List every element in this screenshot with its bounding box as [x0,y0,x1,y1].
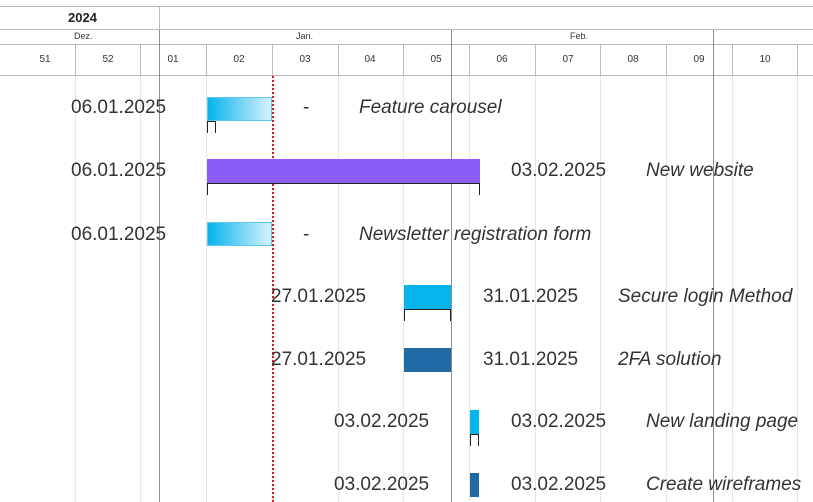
week-sep [535,45,536,75]
task-end-date: 03.02.2025 [511,160,607,181]
grid-line [140,76,141,502]
task-name: 2FA solution [618,349,722,370]
grid-line [600,76,601,502]
week-sep [403,45,404,75]
week-label: 07 [562,54,574,65]
progress-bracket [207,121,216,133]
year-label: 2024 [68,10,97,25]
week-label: 09 [693,54,705,65]
month-label-dez: Dez. [74,31,93,41]
week-sep [75,45,76,75]
task-name: Newsletter registration form [359,224,592,245]
task-start-date: 06.01.2025 [71,160,167,181]
task-end-date: 31.01.2025 [483,349,579,370]
week-sep [797,45,798,75]
progress-bracket [207,183,480,195]
task-start-date: 27.01.2025 [271,286,367,307]
task-bar[interactable] [404,348,451,372]
task-bar[interactable] [470,410,479,434]
week-sep [600,45,601,75]
header-top-border [0,6,813,7]
task-bar[interactable] [404,285,451,309]
week-label: 10 [759,54,771,65]
task-end-date: 03.02.2025 [511,411,607,432]
task-name: New landing page [646,411,799,432]
task-start-date: 27.01.2025 [271,349,367,370]
task-start-date: 06.01.2025 [71,97,167,118]
week-sep [272,45,273,75]
week-sep [206,45,207,75]
week-label: 03 [299,54,311,65]
task-end-date: - [303,224,310,245]
week-label: 04 [364,54,376,65]
progress-bracket [404,309,451,321]
grid-line [206,76,207,502]
task-end-date: - [303,97,310,118]
task-start-date: 06.01.2025 [71,224,167,245]
task-bar[interactable] [207,159,480,183]
progress-bracket [470,434,479,446]
task-name: Feature carousel [359,97,502,118]
task-name: Secure login Method [618,286,793,307]
task-name: Create wireframes [646,474,802,495]
header-month-divider [0,44,813,45]
month-label-jan: Jan. [296,31,314,41]
month-label-feb: Feb. [570,31,589,41]
week-label: 05 [430,54,442,65]
week-label: 01 [167,54,179,65]
week-label: 02 [233,54,245,65]
grid-line [797,76,798,502]
task-bar[interactable] [207,222,272,246]
task-end-date: 31.01.2025 [483,286,579,307]
week-sep [469,45,470,75]
header-bottom-border [0,75,813,76]
week-label: 51 [39,54,51,65]
week-sep [140,45,141,75]
task-bar[interactable] [470,473,479,497]
year-separator [159,6,160,30]
week-sep [666,45,667,75]
task-bar[interactable] [207,97,272,121]
task-name: New website [646,160,754,181]
week-label: 06 [496,54,508,65]
task-end-date: 03.02.2025 [511,474,607,495]
week-sep [338,45,339,75]
week-sep [732,45,733,75]
grid-line [75,76,76,502]
week-label: 52 [102,54,114,65]
task-start-date: 03.02.2025 [334,474,430,495]
header-year-divider [0,29,813,30]
week-label: 08 [627,54,639,65]
task-start-date: 03.02.2025 [334,411,430,432]
